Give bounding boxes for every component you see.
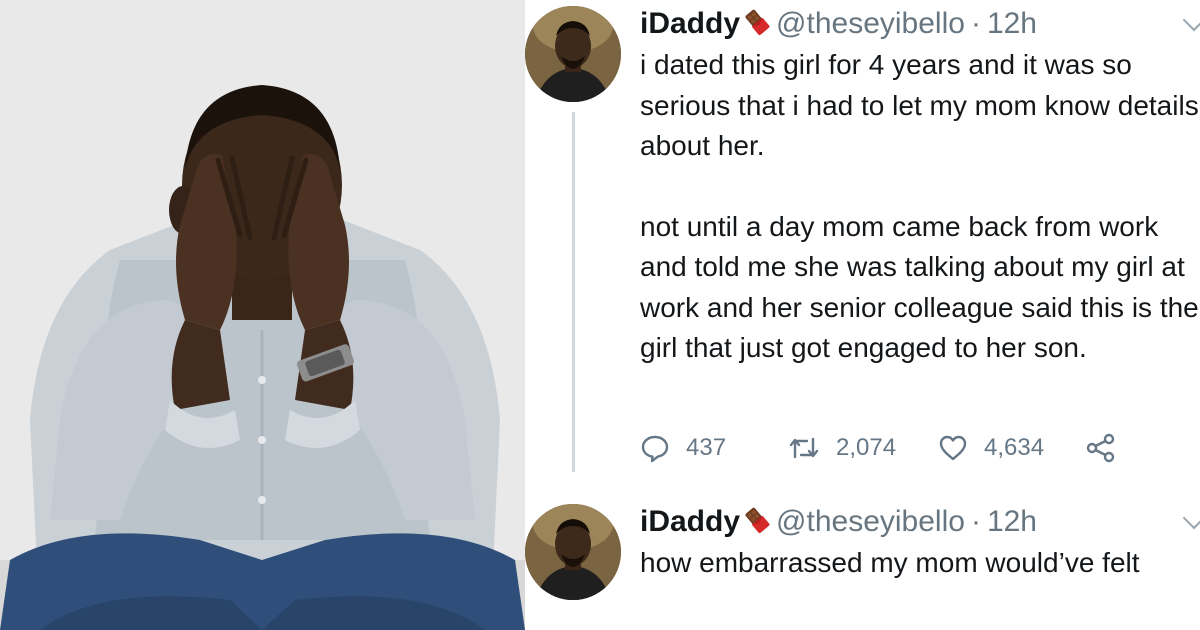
display-name[interactable]: iDaddy — [640, 505, 740, 538]
reply-count: 437 — [686, 434, 727, 461]
tweet-paragraph: i dated this girl for 4 years and it was… — [640, 49, 1199, 161]
tweet-text: i dated this girl for 4 years and it was… — [640, 45, 1200, 369]
like-button[interactable]: 4,634 — [938, 428, 1044, 468]
share-icon — [1086, 433, 1132, 463]
chocolate-bar-icon — [742, 7, 772, 46]
thread-connector-line — [572, 112, 575, 472]
reply-icon — [640, 433, 686, 463]
tweet-header: iDaddy @theseyibello · 12h — [640, 6, 1037, 46]
tweet-action-bar: 437 2,074 4,634 — [640, 428, 1160, 468]
user-handle[interactable]: @theseyibello — [776, 505, 965, 538]
retweet-count: 2,074 — [836, 434, 897, 461]
tweet-timestamp[interactable]: 12h — [987, 7, 1037, 40]
tweet-paragraph: not until a day mom came back from work … — [640, 210, 1199, 364]
profile-avatar[interactable] — [525, 6, 621, 102]
screenshot-composite: iDaddy @theseyibello · 12h i dated this gir… — [0, 0, 1200, 630]
share-button[interactable] — [1086, 428, 1132, 468]
chocolate-bar-icon — [742, 505, 772, 544]
retweet-icon — [788, 433, 836, 463]
tweet-header: iDaddy @theseyibello · 12h — [640, 504, 1037, 544]
heart-icon — [938, 433, 984, 463]
tweet-text: how embarrassed my mom would’ve felt — [640, 543, 1200, 584]
reply-button[interactable]: 437 — [640, 428, 726, 468]
display-name[interactable]: iDaddy — [640, 7, 740, 40]
user-handle[interactable]: @theseyibello — [776, 7, 965, 40]
dot-separator: · — [970, 7, 981, 40]
dot-separator: · — [970, 505, 981, 538]
stressed-man-photo — [0, 0, 525, 630]
retweet-button[interactable]: 2,074 — [788, 428, 896, 468]
tweet-paragraph: how embarrassed my mom would’ve felt — [640, 547, 1140, 578]
tweet-timestamp[interactable]: 12h — [987, 505, 1037, 538]
profile-avatar[interactable] — [525, 504, 621, 600]
like-count: 4,634 — [984, 434, 1045, 461]
